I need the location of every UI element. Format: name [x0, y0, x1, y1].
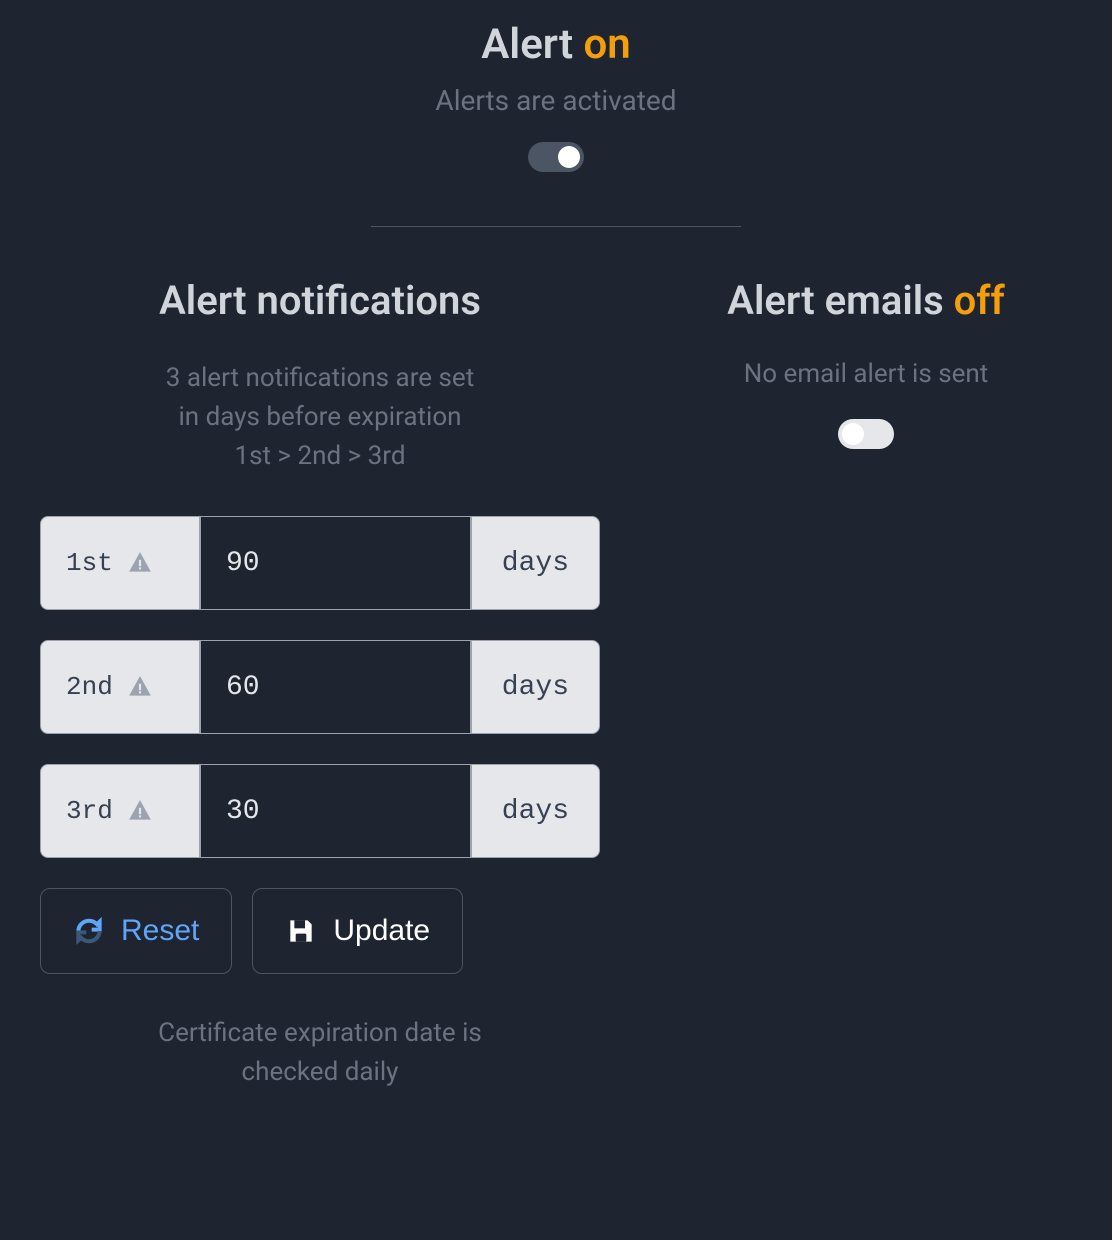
- main-columns: Alert notifications 3 alert notification…: [40, 277, 1072, 1092]
- notification-label-2nd: 2nd: [40, 640, 200, 734]
- label-text-2nd: 2nd: [66, 672, 113, 702]
- alert-header-section: Alert on Alerts are activated: [40, 20, 1072, 216]
- warning-icon: [125, 798, 155, 824]
- notifications-sub-line3: 1st > 2nd > 3rd: [234, 441, 405, 471]
- notifications-section: Alert notifications 3 alert notification…: [40, 277, 600, 1092]
- reset-label: Reset: [121, 914, 199, 948]
- toggle-knob-icon: [842, 423, 864, 445]
- update-button[interactable]: Update: [252, 888, 463, 974]
- notification-suffix-2nd: days: [471, 640, 600, 734]
- warning-icon: [125, 550, 155, 576]
- notification-suffix-1st: days: [471, 516, 600, 610]
- emails-section: Alert emails off No email alert is sent: [660, 277, 1072, 1092]
- notification-row-1: 1st days: [40, 516, 600, 610]
- emails-toggle[interactable]: [838, 419, 894, 449]
- notifications-sub-line2: in days before expiration: [178, 402, 461, 432]
- emails-status-off: off: [954, 277, 1005, 324]
- footer-note: Certificate expiration date is checked d…: [40, 1014, 600, 1092]
- save-icon: [285, 915, 317, 947]
- notification-input-2nd[interactable]: [200, 640, 471, 734]
- refresh-icon: [73, 915, 105, 947]
- label-text-3rd: 3rd: [66, 796, 113, 826]
- notification-suffix-3rd: days: [471, 764, 600, 858]
- emails-title: Alert emails off: [660, 277, 1072, 324]
- notifications-title: Alert notifications: [40, 277, 600, 324]
- update-label: Update: [333, 914, 430, 948]
- emails-title-text: Alert emails: [727, 277, 953, 324]
- button-row: Reset Update: [40, 888, 600, 974]
- section-divider: [371, 226, 741, 227]
- notification-input-3rd[interactable]: [200, 764, 471, 858]
- notification-label-3rd: 3rd: [40, 764, 200, 858]
- label-text-1st: 1st: [66, 548, 113, 578]
- notification-label-1st: 1st: [40, 516, 200, 610]
- notification-row-2: 2nd days: [40, 640, 600, 734]
- emails-subtitle: No email alert is sent: [660, 359, 1072, 389]
- notification-input-1st[interactable]: [200, 516, 471, 610]
- footer-line2: checked daily: [242, 1057, 399, 1087]
- alert-subtitle: Alerts are activated: [40, 84, 1072, 117]
- alert-main-title: Alert on: [40, 20, 1072, 69]
- notifications-sub-line1: 3 alert notifications are set: [166, 363, 474, 393]
- alert-toggle[interactable]: [528, 142, 584, 172]
- footer-line1: Certificate expiration date is: [158, 1018, 482, 1048]
- notifications-subtitle: 3 alert notifications are set in days be…: [40, 359, 600, 476]
- alert-status-on: on: [584, 20, 631, 69]
- warning-icon: [125, 674, 155, 700]
- notification-row-3: 3rd days: [40, 764, 600, 858]
- alert-title-text: Alert: [481, 20, 583, 69]
- toggle-knob-icon: [558, 146, 580, 168]
- reset-button[interactable]: Reset: [40, 888, 232, 974]
